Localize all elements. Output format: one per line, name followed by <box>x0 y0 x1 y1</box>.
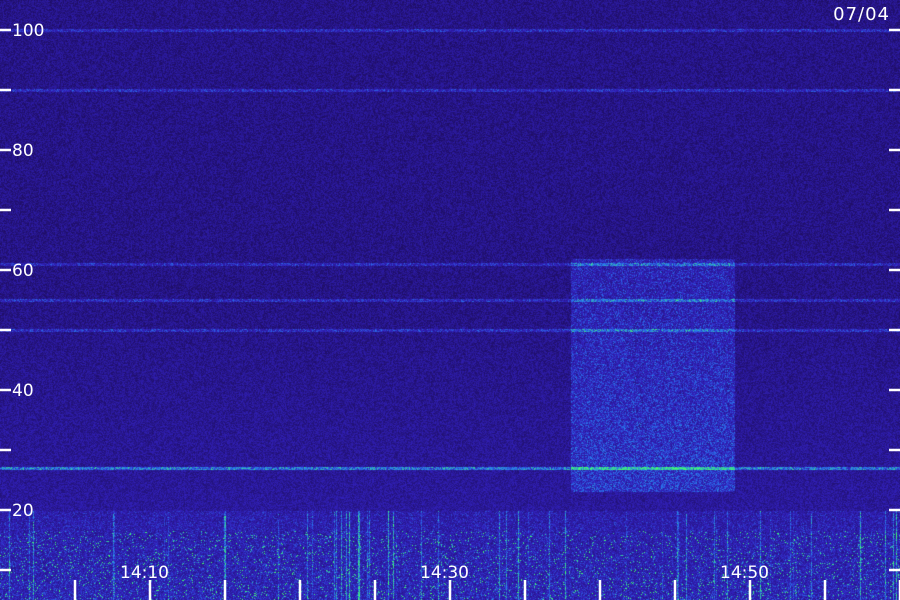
y-tick-label-0: 100 <box>12 21 44 41</box>
y-tick-label-6: 40 <box>12 381 34 401</box>
y-tick-label-4: 60 <box>12 261 34 281</box>
x-tick-label-9: 14:50 <box>720 563 769 583</box>
x-tick-label-5: 14:30 <box>420 563 469 583</box>
spectrogram-chart: 100 80 60 40 20 14:10 14:30 14:50 07/04 <box>0 0 900 600</box>
axes-overlay: 100 80 60 40 20 14:10 14:30 14:50 <box>0 21 900 600</box>
date-label: 07/04 <box>833 4 890 25</box>
x-tick-label-1: 14:10 <box>120 563 169 583</box>
y-tick-label-2: 80 <box>12 141 34 161</box>
y-tick-label-8: 20 <box>12 501 34 521</box>
